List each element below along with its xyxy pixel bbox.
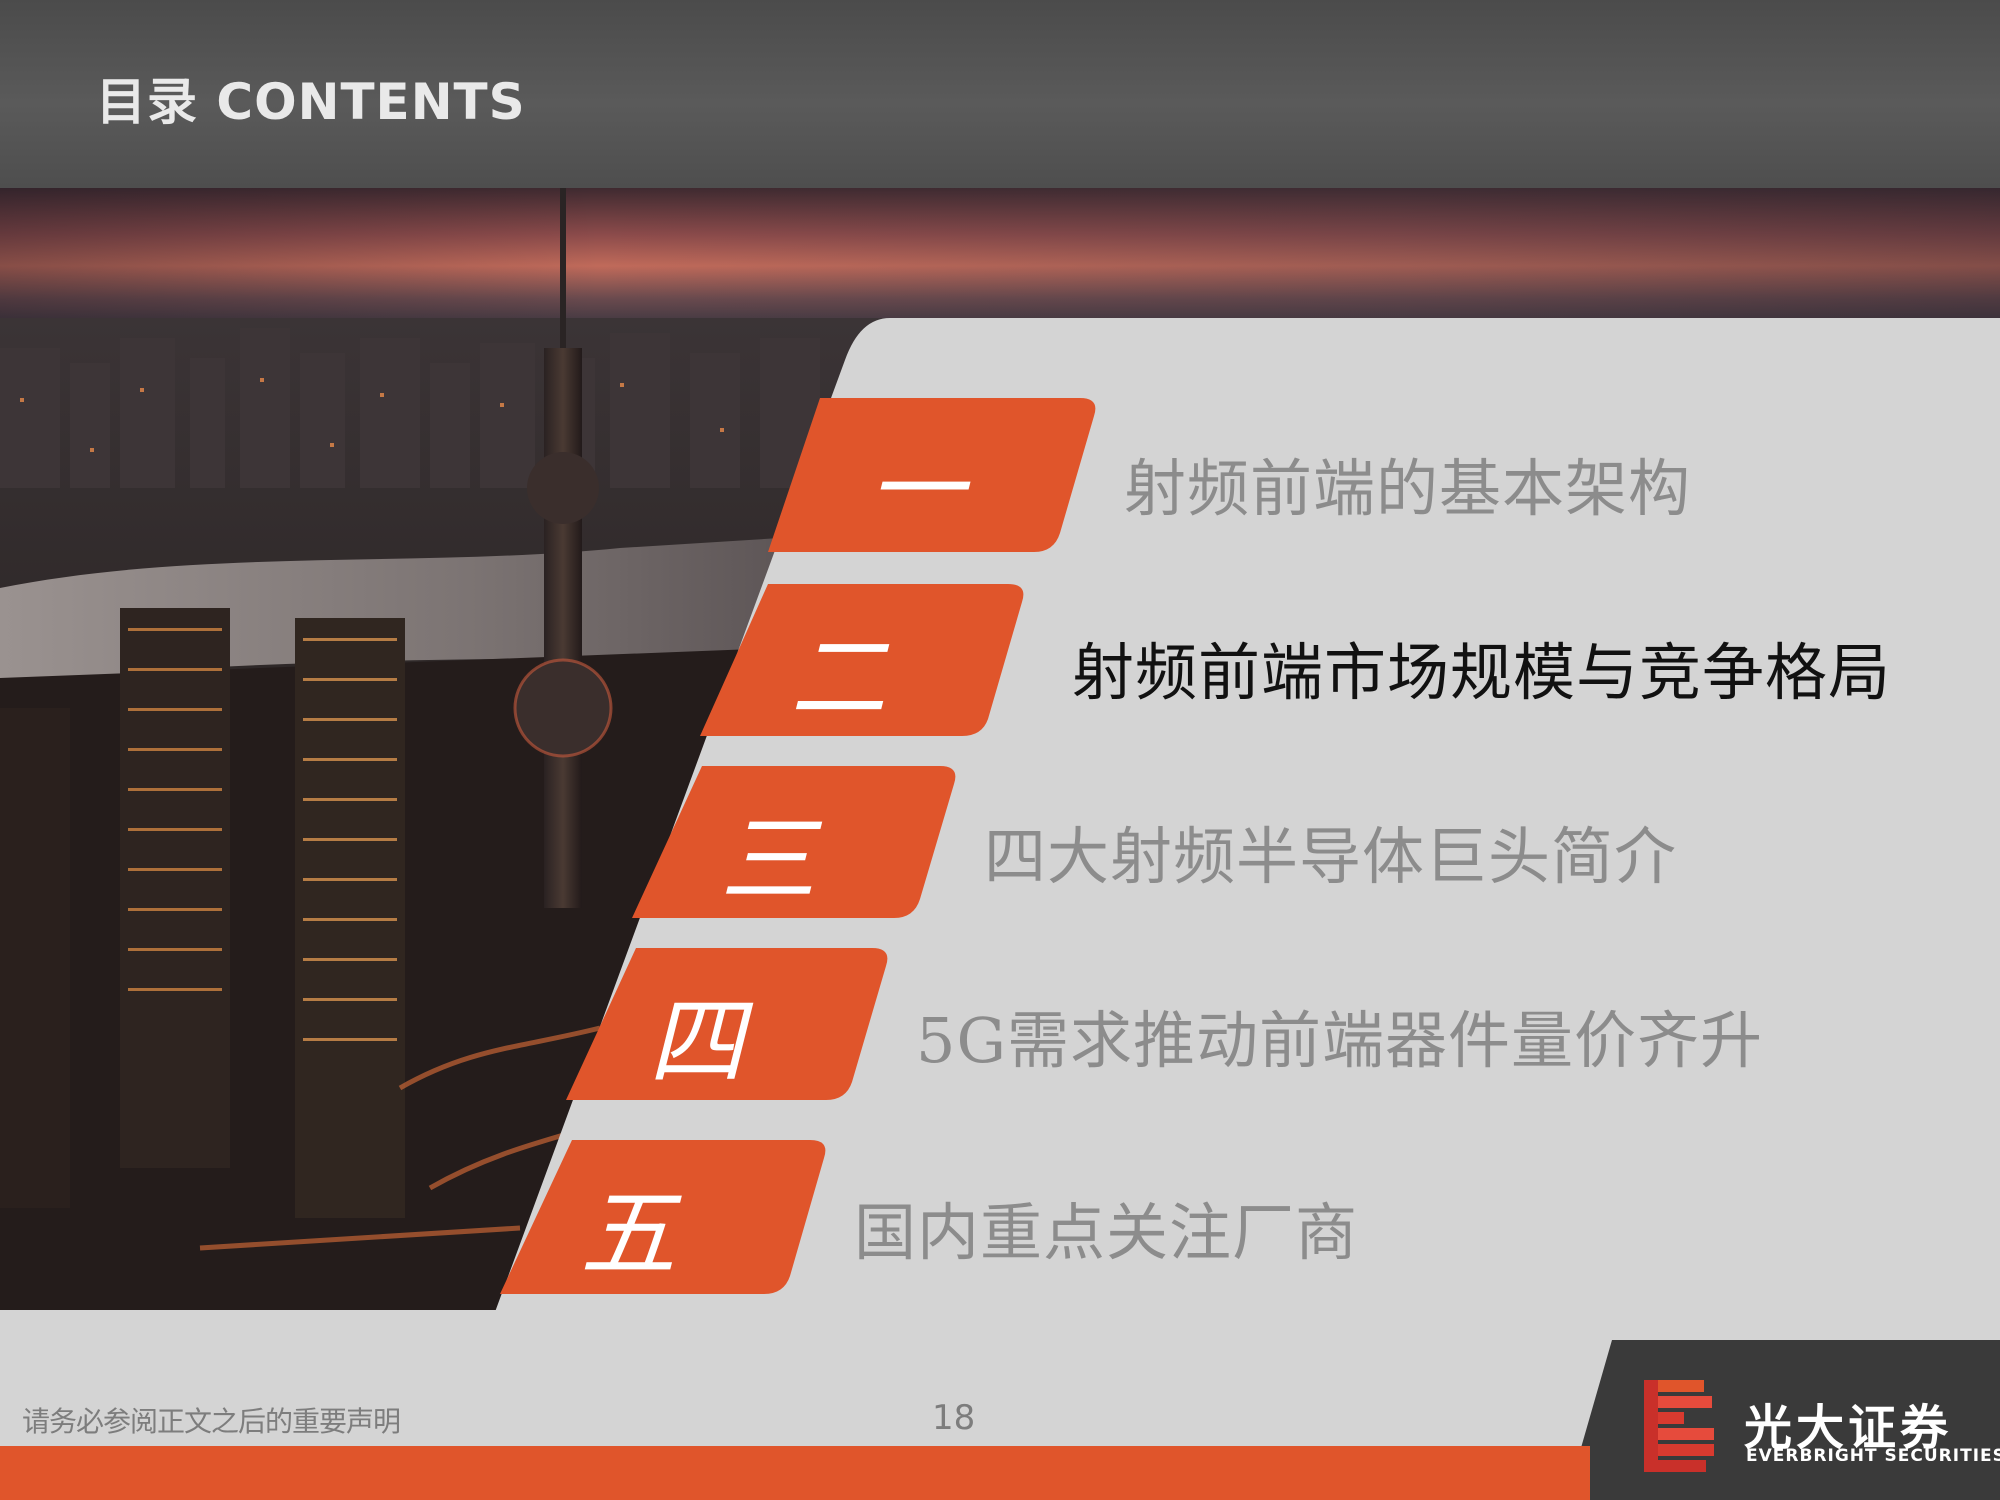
slide: 目录 CONTENTS 一 二 三 四 五 射频前端的基本架构 射频前端市场规模… [0, 0, 2000, 1500]
menu-item-4[interactable]: 5G需求推动前端器件量价齐升 [916, 990, 1763, 1080]
brand-name-en: EVERBRIGHT SECURITIES [1746, 1446, 2000, 1466]
numeral-3: 三 [720, 804, 816, 916]
menu-item-3[interactable]: 四大射频半导体巨头简介 [984, 806, 1677, 896]
menu-item-2[interactable]: 射频前端市场规模与竞争格局 [1072, 622, 1891, 712]
numeral-5: 五 [580, 1178, 676, 1290]
menu-item-1[interactable]: 射频前端的基本架构 [1124, 438, 1691, 528]
numeral-4: 四 [648, 986, 744, 1098]
numeral-1: 一 [868, 434, 964, 546]
page-number: 18 [932, 1398, 976, 1438]
contents-panel [0, 318, 2000, 1500]
disclaimer-text: 请务必参阅正文之后的重要声明 [22, 1405, 401, 1438]
menu-item-5[interactable]: 国内重点关注厂商 [854, 1182, 1358, 1272]
numeral-2: 二 [790, 622, 886, 734]
